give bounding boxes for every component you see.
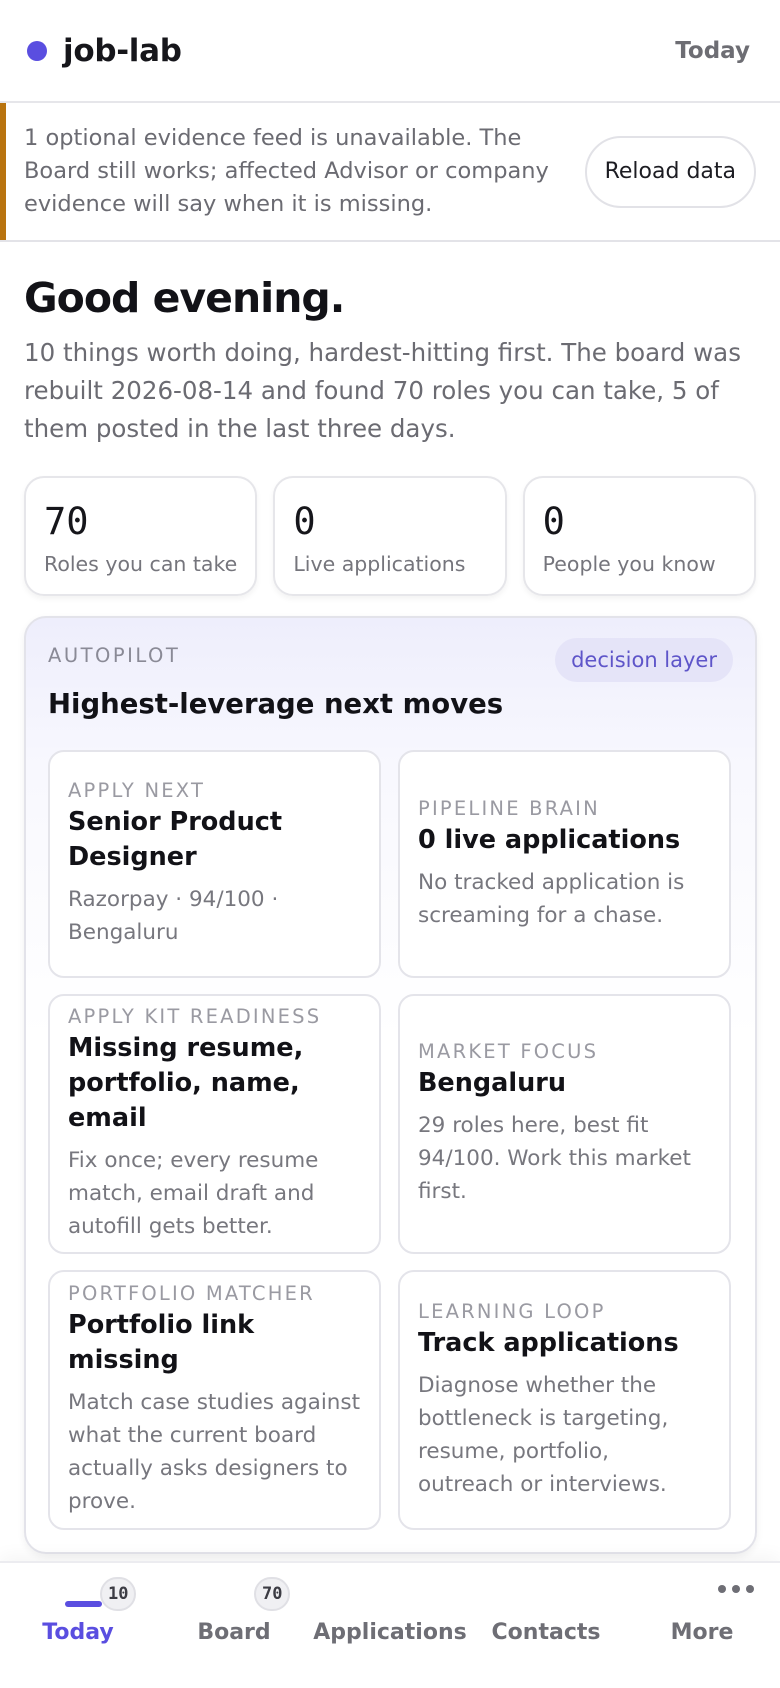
move-card-market-focus[interactable]: MARKET FOCUS Bengaluru 29 roles here, be… bbox=[398, 994, 731, 1254]
tab-today[interactable]: 10 Today bbox=[0, 1563, 156, 1688]
greeting: Good evening. 10 things worth doing, har… bbox=[0, 274, 780, 448]
card-title: Portfolio link missing bbox=[68, 1310, 255, 1375]
autopilot-kicker: AUTOPILOT bbox=[48, 644, 181, 667]
autopilot-header: AUTOPILOT decision layer bbox=[48, 618, 733, 682]
stat-card-roles[interactable]: 70 Roles you can take bbox=[24, 476, 258, 596]
card-kicker: MARKET FOCUS bbox=[418, 1040, 599, 1063]
card-body: No tracked application is screaming for … bbox=[418, 869, 685, 928]
autopilot-panel: AUTOPILOT decision layer Highest-leverag… bbox=[24, 616, 757, 1554]
card-kicker: APPLY KIT READINESS bbox=[68, 1005, 322, 1028]
banner-accent-bar bbox=[0, 103, 6, 240]
card-title: Bengaluru bbox=[418, 1068, 566, 1098]
stat-value: 70 bbox=[44, 500, 89, 543]
tab-contacts[interactable]: Contacts bbox=[468, 1563, 624, 1688]
header-today-label: Today bbox=[675, 37, 750, 64]
reload-data-button[interactable]: Reload data bbox=[584, 135, 756, 208]
card-title: Senior Product Designer bbox=[68, 807, 283, 872]
tab-label: Today bbox=[42, 1620, 114, 1645]
brand[interactable]: job-lab bbox=[27, 33, 182, 69]
decision-layer-badge: decision layer bbox=[555, 638, 733, 682]
card-body: Razorpay · 94/100 · Bengaluru bbox=[68, 887, 279, 945]
tab-label: Applications bbox=[313, 1620, 467, 1645]
move-card-learning-loop[interactable]: LEARNING LOOP Track applications Diagnos… bbox=[398, 1270, 731, 1530]
active-tab-indicator bbox=[65, 1601, 102, 1607]
card-body: Match case studies against what the curr… bbox=[68, 1390, 361, 1514]
move-card-pipeline-brain[interactable]: PIPELINE BRAIN 0 live applications No tr… bbox=[398, 750, 731, 978]
brand-dot-icon bbox=[27, 40, 47, 61]
card-title: 0 live applications bbox=[418, 824, 681, 855]
tab-label: More bbox=[670, 1620, 734, 1645]
card-kicker: PORTFOLIO MATCHER bbox=[68, 1282, 315, 1305]
card-body: Diagnose whether the bottleneck is targe… bbox=[418, 1372, 669, 1497]
card-title: Missing resume, portfolio, name, email bbox=[68, 1033, 304, 1133]
top-bar: job-lab Today bbox=[0, 0, 780, 103]
stat-card-applications[interactable]: 0 Live applications bbox=[273, 476, 507, 596]
stat-label: People you know bbox=[542, 552, 716, 576]
bottom-tab-bar: 10 Today 70 Board Applications Contacts … bbox=[0, 1561, 780, 1688]
tab-board[interactable]: 70 Board bbox=[156, 1563, 312, 1688]
tab-label: Contacts bbox=[491, 1620, 601, 1645]
stat-label: Live applications bbox=[293, 552, 466, 576]
greeting-summary: 10 things worth doing, hardest-hitting f… bbox=[24, 338, 741, 443]
card-kicker: APPLY NEXT bbox=[68, 779, 206, 802]
tab-label: Board bbox=[197, 1620, 271, 1645]
autopilot-title: Highest-leverage next moves bbox=[48, 688, 504, 720]
card-kicker: PIPELINE BRAIN bbox=[418, 796, 600, 820]
banner-message: 1 optional evidence feed is unavailable.… bbox=[24, 125, 549, 217]
card-kicker: LEARNING LOOP bbox=[418, 1299, 606, 1323]
card-title: Track applications bbox=[418, 1327, 679, 1358]
board-count-badge: 70 bbox=[254, 1577, 291, 1611]
next-moves-grid: APPLY NEXT Senior Product Designer Razor… bbox=[48, 750, 733, 1530]
page-title: Good evening. bbox=[24, 274, 345, 322]
move-card-apply-kit-readiness[interactable]: APPLY KIT READINESS Missing resume, port… bbox=[48, 994, 381, 1254]
stat-value: 0 bbox=[542, 500, 565, 543]
tab-more[interactable]: More bbox=[624, 1563, 780, 1688]
move-card-portfolio-matcher[interactable]: PORTFOLIO MATCHER Portfolio link missing… bbox=[48, 1270, 381, 1530]
card-body: 29 roles here, best fit 94/100. Work thi… bbox=[418, 1113, 691, 1204]
stat-card-people[interactable]: 0 People you know bbox=[522, 476, 756, 596]
more-dots-icon bbox=[718, 1585, 754, 1593]
stat-label: Roles you can take bbox=[44, 552, 238, 576]
card-body: Fix once; every resume match, email draf… bbox=[68, 1148, 319, 1239]
app-root: job-lab Today 1 optional evidence feed i… bbox=[0, 0, 780, 1688]
move-card-apply-next[interactable]: APPLY NEXT Senior Product Designer Razor… bbox=[48, 750, 381, 978]
stats-row: 70 Roles you can take 0 Live application… bbox=[0, 476, 780, 596]
today-count-badge: 10 bbox=[100, 1577, 137, 1611]
evidence-warning-banner: 1 optional evidence feed is unavailable.… bbox=[0, 103, 780, 242]
tab-applications[interactable]: Applications bbox=[312, 1563, 468, 1688]
brand-name: job-lab bbox=[63, 32, 182, 69]
stat-value: 0 bbox=[293, 500, 316, 543]
